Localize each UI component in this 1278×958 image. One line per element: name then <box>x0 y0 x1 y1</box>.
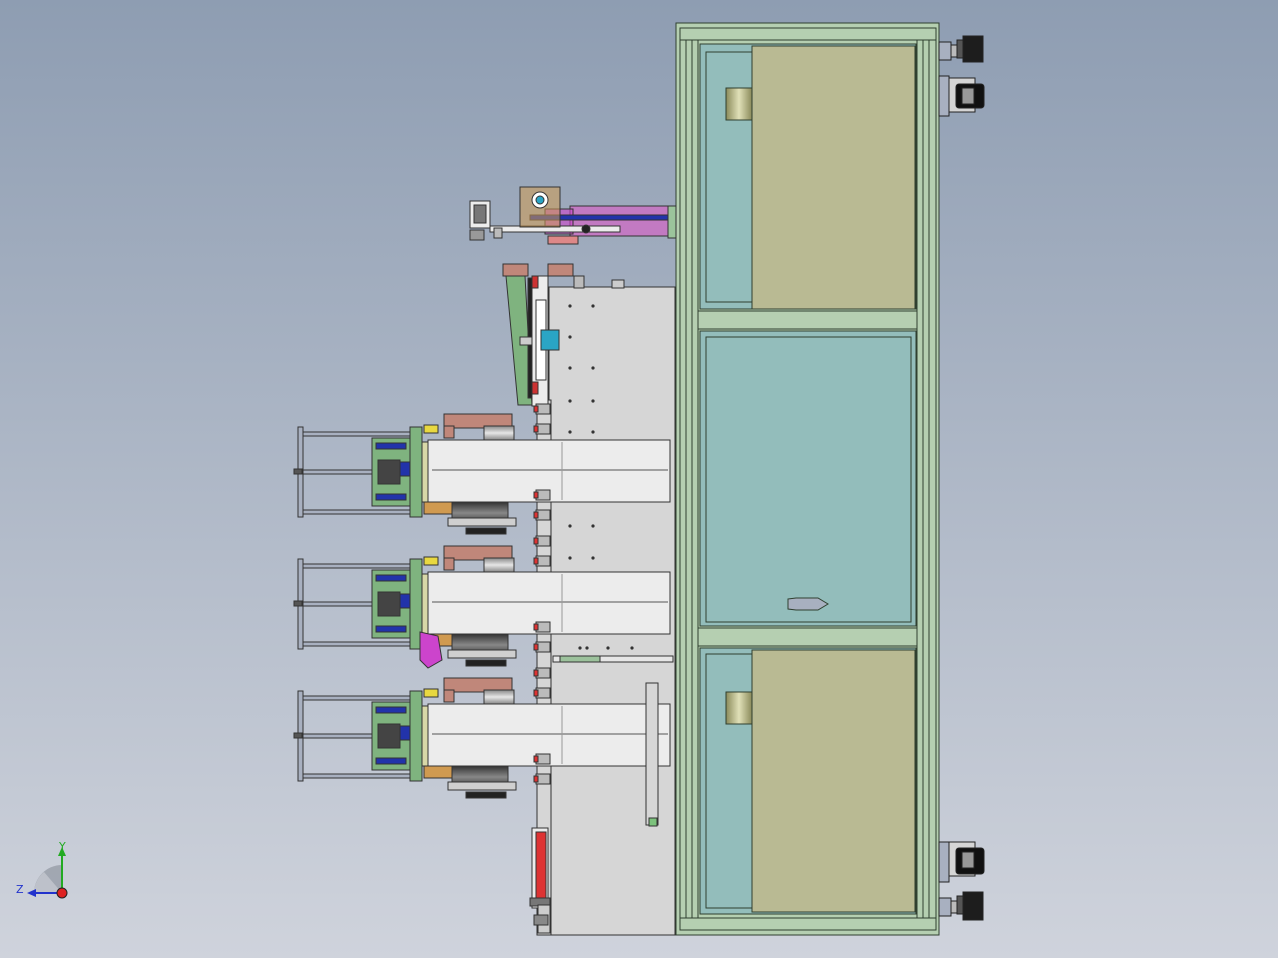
guide-rod <box>302 695 414 701</box>
guide-rod <box>302 773 414 779</box>
rod-nut <box>293 468 303 475</box>
drum-base <box>447 781 517 791</box>
station-upright <box>409 690 423 782</box>
side-fitting-tab <box>533 511 539 519</box>
side-fitting-tab <box>533 623 539 631</box>
side-fitting-tab <box>533 537 539 545</box>
cad-viewport[interactable]: Y Z <box>0 0 1278 958</box>
cabinet-bay-top[interactable] <box>699 43 917 310</box>
vertical-guide-rail[interactable] <box>645 682 659 827</box>
carriage-rail <box>375 706 407 714</box>
top-roller <box>483 689 515 705</box>
carriage-rail <box>375 757 407 765</box>
guide-rod <box>302 641 414 647</box>
side-fitting-tab <box>533 669 539 677</box>
guide-rod <box>302 509 414 515</box>
actuator-block <box>377 591 401 617</box>
side-fitting-tab <box>533 689 539 697</box>
marker-block <box>423 688 439 698</box>
side-fitting-tab <box>533 405 539 413</box>
carriage-rail <box>375 442 407 450</box>
gear <box>465 659 507 667</box>
lower-arm <box>423 765 455 779</box>
side-fitting-tab <box>533 643 539 651</box>
actuator-block <box>377 459 401 485</box>
upper-arm-knuckle <box>443 425 455 439</box>
rod-nut <box>293 732 303 739</box>
marker-block <box>423 424 439 434</box>
handle-icon[interactable] <box>725 691 753 725</box>
marker-block <box>423 556 439 566</box>
carriage-rail <box>375 493 407 501</box>
drum-base <box>447 517 517 527</box>
top-roller <box>483 425 515 441</box>
actuator-block <box>377 723 401 749</box>
cabinet-bay-middle[interactable] <box>699 330 917 627</box>
upper-arm-knuckle <box>443 557 455 571</box>
carriage-rail <box>375 574 407 582</box>
gear <box>465 527 507 535</box>
side-fitting-tab <box>533 557 539 565</box>
axis-label-z: Z <box>16 883 24 896</box>
cabinet-bay-bottom[interactable] <box>699 647 917 915</box>
side-fitting-tab <box>533 755 539 763</box>
lower-arm <box>423 501 455 515</box>
rod-nut <box>293 600 303 607</box>
guide-rod <box>302 563 414 569</box>
side-fitting-tab <box>533 425 539 433</box>
upper-arm-knuckle <box>443 689 455 703</box>
side-connectors <box>552 655 674 663</box>
gear <box>465 791 507 799</box>
side-fitting-tab <box>533 491 539 499</box>
handle-icon[interactable] <box>725 87 753 121</box>
carriage-rail <box>375 625 407 633</box>
drum-base <box>447 649 517 659</box>
axis-label-y: Y <box>58 840 66 853</box>
station-upright <box>409 426 423 518</box>
side-fitting-tab <box>533 775 539 783</box>
cad-drawing: Y Z <box>0 0 1278 958</box>
top-roller <box>483 557 515 573</box>
guide-rod <box>302 431 414 437</box>
